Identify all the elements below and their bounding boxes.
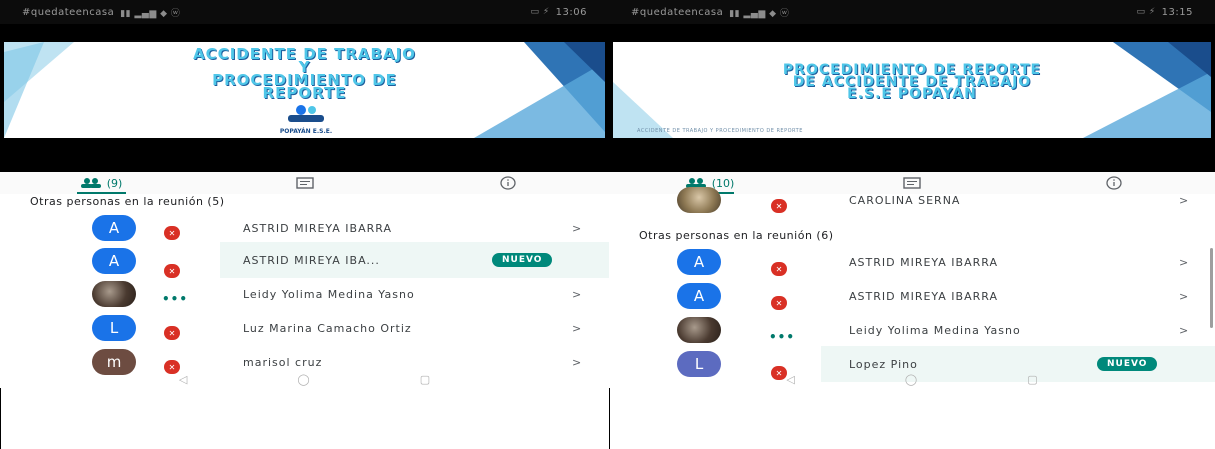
avatar: A [677, 283, 721, 309]
status-carrier: #quedateencasa [631, 6, 724, 18]
participant-name: ASTRID MIREYA IBARRA [243, 221, 392, 235]
tab-info[interactable] [406, 172, 609, 194]
new-badge: NUEVO [1097, 357, 1158, 371]
avatar: L [92, 315, 136, 341]
participant-name: marisol cruz [243, 355, 323, 369]
nav-back-icon[interactable]: ◁ [786, 373, 794, 386]
participant-row[interactable]: A ✕ ASTRID MIREYA IBARRA > [609, 278, 1215, 314]
participant-name: ASTRID MIREYA IBARRA [849, 289, 998, 303]
tab-people[interactable]: (9) [0, 172, 203, 194]
battery-icon: ▭ ⚡ [1136, 7, 1156, 17]
participant-row[interactable]: ••• Leidy Yolima Medina Yasno > [0, 276, 609, 312]
android-nav-bar: ◁ ◯ ▢ [609, 370, 1215, 388]
scrollbar-thumb[interactable] [1210, 248, 1213, 328]
participant-list: ✕ CAROLINA SERNA > Otras personas en la … [609, 187, 1215, 388]
participant-name: Luz Marina Camacho Ortiz [243, 321, 412, 335]
people-count: (9) [106, 176, 123, 190]
avatar-photo [677, 187, 721, 213]
logo-text: POPAYÁN E.S.E. [279, 128, 333, 135]
speaking-dots-icon: ••• [769, 330, 796, 344]
nav-home-icon[interactable]: ◯ [905, 373, 917, 386]
signal-icon: ▮▮ ▂▄▆ ◆ ⓦ [120, 8, 181, 19]
table-border-middle [609, 388, 610, 449]
tab-chat[interactable] [203, 172, 406, 194]
participant-row-new[interactable]: ASTRID MIREYA IBA... NUEVO [220, 242, 609, 278]
avatar: A [92, 215, 136, 241]
participant-row[interactable]: ✕ CAROLINA SERNA > [609, 182, 1215, 218]
chevron-right-icon: > [1179, 323, 1189, 337]
nav-recents-icon[interactable]: ▢ [1027, 373, 1037, 386]
avatar-photo [92, 281, 136, 307]
mic-off-icon: ✕ [164, 226, 180, 240]
nav-recents-icon[interactable]: ▢ [420, 373, 430, 386]
battery-icon: ▭ ⚡ [530, 7, 550, 17]
participant-name: ASTRID MIREYA IBA... [243, 253, 380, 267]
slide-title-line-4: REPORTE [262, 84, 347, 102]
presentation-video[interactable]: PROCEDIMIENTO DE REPORTE DE ACCIDENTE DE… [609, 24, 1215, 172]
mic-off-icon: ✕ [771, 296, 787, 310]
participant-name: Leidy Yolima Medina Yasno [849, 323, 1021, 337]
table-border-left [0, 388, 1, 449]
new-badge: NUEVO [492, 253, 553, 267]
logo-figure-icon [288, 105, 324, 122]
participant-list: Otras personas en la reunión (5) A ✕ AST… [0, 194, 609, 388]
slide-subtitle: ACCIDENTE DE TRABAJO Y PROCEDIMIENTO DE … [637, 128, 803, 134]
chevron-right-icon: > [572, 355, 582, 369]
nav-home-icon[interactable]: ◯ [297, 373, 309, 386]
people-icon [80, 178, 101, 188]
chat-icon [295, 177, 314, 189]
chevron-right-icon: > [572, 287, 582, 301]
avatar: A [92, 248, 136, 274]
mic-off-icon: ✕ [771, 262, 787, 276]
chevron-right-icon: > [572, 321, 582, 335]
avatar: A [677, 249, 721, 275]
signal-icon: ▮▮ ▂▄▆ ◆ ⓦ [729, 8, 790, 19]
status-bar: #quedateencasa ▮▮ ▂▄▆ ◆ ⓦ ▭ ⚡ 13:15 [609, 0, 1215, 24]
slide-title: ACCIDENTE DE TRABAJO Y PROCEDIMIENTO DE … [4, 47, 605, 102]
participant-name: Lopez Pino [849, 357, 918, 371]
status-time: 13:06 [555, 6, 587, 18]
chevron-right-icon: > [1179, 193, 1189, 207]
phone-screen-right: #quedateencasa ▮▮ ▂▄▆ ◆ ⓦ ▭ ⚡ 13:15 PROC… [609, 0, 1215, 388]
chevron-right-icon: > [1179, 289, 1189, 303]
chevron-right-icon: > [1179, 255, 1189, 269]
participant-name: CAROLINA SERNA [849, 193, 961, 207]
slide-title: PROCEDIMIENTO DE REPORTE DE ACCIDENTE DE… [613, 63, 1211, 102]
participant-row[interactable]: A ✕ ASTRID MIREYA IBARRA > [0, 210, 609, 246]
status-carrier: #quedateencasa [22, 6, 115, 18]
mic-off-icon: ✕ [771, 199, 787, 213]
screenshot-page: #quedateencasa ▮▮ ▂▄▆ ◆ ⓦ ▭ ⚡ 13:06 ACCI… [0, 0, 1215, 449]
participant-name: Leidy Yolima Medina Yasno [243, 287, 415, 301]
speaking-dots-icon: ••• [162, 292, 189, 306]
participant-row[interactable]: L ✕ Luz Marina Camacho Ortiz > [0, 310, 609, 346]
section-header: Otras personas en la reunión (6) [639, 229, 834, 242]
presentation-video[interactable]: ACCIDENTE DE TRABAJO Y PROCEDIMIENTO DE … [0, 24, 609, 172]
mic-off-icon: ✕ [164, 326, 180, 340]
slide: ACCIDENTE DE TRABAJO Y PROCEDIMIENTO DE … [4, 42, 605, 138]
hospital-logo: POPAYÁN E.S.E. [256, 102, 356, 135]
tab-bar: (9) [0, 172, 609, 194]
slide: PROCEDIMIENTO DE REPORTE DE ACCIDENTE DE… [613, 42, 1211, 138]
android-nav-bar: ◁ ◯ ▢ [0, 370, 609, 388]
participant-row[interactable]: A ✕ ASTRID MIREYA IBARRA > [609, 244, 1215, 280]
status-time: 13:15 [1161, 6, 1193, 18]
participant-row[interactable]: ••• Leidy Yolima Medina Yasno > [609, 312, 1215, 348]
section-header: Otras personas en la reunión (5) [30, 195, 225, 208]
info-icon [499, 176, 516, 190]
chevron-right-icon: > [572, 221, 582, 235]
avatar-photo [677, 317, 721, 343]
slide-title-line-3: E.S.E POPAYÁN [847, 86, 977, 102]
phone-screen-left: #quedateencasa ▮▮ ▂▄▆ ◆ ⓦ ▭ ⚡ 13:06 ACCI… [0, 0, 609, 388]
participant-name: ASTRID MIREYA IBARRA [849, 255, 998, 269]
status-bar: #quedateencasa ▮▮ ▂▄▆ ◆ ⓦ ▭ ⚡ 13:06 [0, 0, 609, 24]
nav-back-icon[interactable]: ◁ [179, 373, 187, 386]
